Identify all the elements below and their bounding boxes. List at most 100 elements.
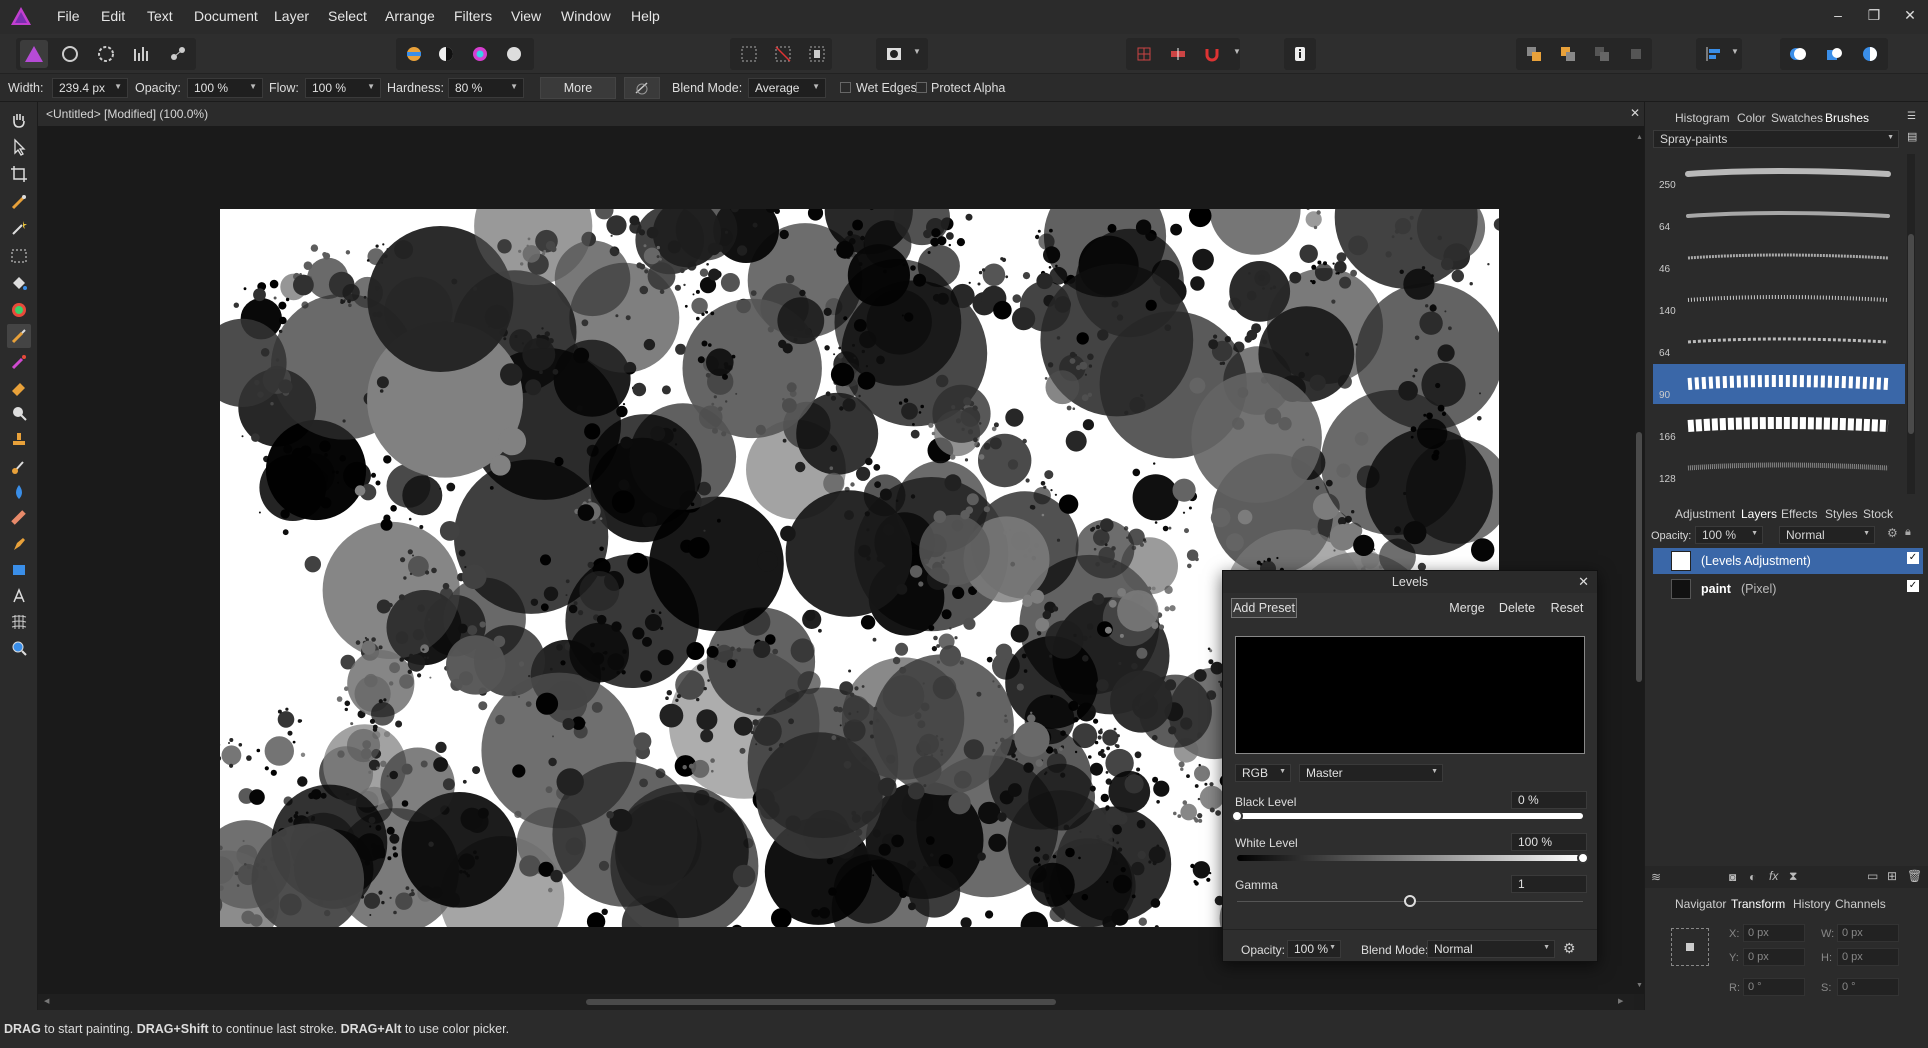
x-field[interactable]: 0 px xyxy=(1743,924,1805,942)
delete-button[interactable]: Delete xyxy=(1495,598,1539,618)
intersect-boolean-button[interactable] xyxy=(1856,40,1884,68)
menu-help[interactable]: Help xyxy=(631,8,660,24)
white-level-handle[interactable] xyxy=(1577,852,1589,864)
layer-lock-icon[interactable]: 🔒︎ xyxy=(1905,526,1911,539)
quick-mask-button[interactable] xyxy=(880,40,908,68)
channel-select[interactable]: RGB ▼ xyxy=(1235,764,1291,782)
brush-item[interactable]: 140 xyxy=(1653,280,1905,320)
tab-styles[interactable]: Styles xyxy=(1825,507,1858,521)
auto-white-balance-button[interactable] xyxy=(500,40,528,68)
delete-layer-icon[interactable]: 🗑︎ xyxy=(1907,869,1922,883)
scroll-right-icon[interactable]: ▶ xyxy=(1618,997,1623,1005)
y-field[interactable]: 0 px xyxy=(1743,948,1805,966)
zoom-tool-button[interactable] xyxy=(7,636,31,660)
marquee-tool-button[interactable] xyxy=(7,244,31,268)
tab-layers[interactable]: Layers xyxy=(1741,507,1777,521)
layer-visibility-checkbox[interactable]: ✓ xyxy=(1907,580,1919,592)
add-preset-button[interactable]: Add Preset xyxy=(1231,598,1297,618)
brush-list-scrollbar[interactable] xyxy=(1907,154,1915,494)
move-to-back-button[interactable] xyxy=(1520,40,1548,68)
invert-selection-button[interactable] xyxy=(803,40,831,68)
hardness-dropdown-icon[interactable]: ▼ xyxy=(510,82,518,91)
close-levels-button[interactable]: ✕ xyxy=(1578,574,1589,590)
layer-visibility-checkbox[interactable]: ✓ xyxy=(1907,552,1919,564)
levels-blend-select[interactable]: Normal ▼ xyxy=(1427,940,1555,958)
document-tab[interactable]: <Untitled> [Modified] (100.0%) ✕ xyxy=(38,102,1644,126)
smudge-tool-button[interactable] xyxy=(7,454,31,478)
anchor-selector[interactable] xyxy=(1671,928,1709,966)
minimize-button[interactable]: – xyxy=(1820,0,1856,30)
hardness-field[interactable]: 80 % ▼ xyxy=(448,78,524,98)
layer-fx-icon[interactable]: fx xyxy=(1769,869,1778,883)
auto-levels-button[interactable] xyxy=(400,40,428,68)
opacity-dropdown-icon[interactable]: ▼ xyxy=(249,82,257,91)
more-button[interactable]: More xyxy=(540,77,616,99)
mirror-button[interactable] xyxy=(1164,40,1192,68)
layer-opacity-dropdown-icon[interactable]: ▼ xyxy=(1751,530,1758,537)
rotation-field[interactable]: 0 ° xyxy=(1743,978,1805,996)
mode-dropdown-icon[interactable]: ▼ xyxy=(1431,768,1438,775)
levels-opacity-field[interactable]: 100 % ▼ xyxy=(1287,940,1341,958)
selection-brush-tool-button[interactable] xyxy=(7,190,31,214)
blend-mode-select[interactable]: Average ▼ xyxy=(748,78,826,98)
brush-category-dropdown-icon[interactable]: ▼ xyxy=(1887,134,1894,141)
white-level-slider[interactable] xyxy=(1237,855,1583,861)
live-filter-icon[interactable]: ⧗ xyxy=(1789,869,1797,884)
move-back-button[interactable] xyxy=(1554,40,1582,68)
snapping-button[interactable] xyxy=(1198,40,1226,68)
snapping-dropdown-icon[interactable]: ▼ xyxy=(1233,47,1241,56)
align-dropdown-icon[interactable]: ▼ xyxy=(1731,47,1739,56)
brush-panel-menu-icon[interactable]: ☰ xyxy=(1907,111,1916,122)
menu-arrange[interactable]: Arrange xyxy=(385,8,435,24)
force-pressure-button[interactable] xyxy=(624,77,660,99)
restore-button[interactable]: ❐ xyxy=(1856,0,1892,30)
menu-filters[interactable]: Filters xyxy=(454,8,492,24)
shear-field[interactable]: 0 ° xyxy=(1837,978,1899,996)
tab-effects[interactable]: Effects xyxy=(1781,507,1817,521)
levels-settings-gear-icon[interactable]: ⚙ xyxy=(1563,940,1576,957)
mask-layer-icon[interactable]: ◙ xyxy=(1729,870,1736,884)
deselect-button[interactable] xyxy=(769,40,797,68)
brush-item[interactable]: 64 xyxy=(1653,196,1905,236)
tab-brushes[interactable]: Brushes xyxy=(1825,111,1869,125)
move-to-front-button[interactable] xyxy=(1622,40,1650,68)
close-document-button[interactable]: ✕ xyxy=(1630,106,1640,120)
width-dropdown-icon[interactable]: ▼ xyxy=(114,82,122,91)
dodge-tool-button[interactable] xyxy=(7,402,31,426)
color-replacement-tool-button[interactable] xyxy=(7,350,31,374)
paint-brush-tool-button[interactable] xyxy=(7,324,31,348)
gamma-handle[interactable] xyxy=(1404,895,1416,907)
shape-tool-button[interactable] xyxy=(7,558,31,582)
tab-history[interactable]: History xyxy=(1793,897,1830,911)
layer-blend-select[interactable]: Normal ▼ xyxy=(1779,526,1875,544)
layer-blend-dropdown-icon[interactable]: ▼ xyxy=(1863,530,1870,537)
layer-row-levels[interactable]: (Levels Adjustment) ✓ xyxy=(1653,548,1923,574)
opacity-field[interactable]: 100 % ▼ xyxy=(187,78,263,98)
view-tool-button[interactable] xyxy=(7,108,31,132)
crop-tool-button[interactable] xyxy=(7,162,31,186)
vertical-scrollbar[interactable]: ▲ ▼ xyxy=(1634,126,1644,994)
scroll-down-icon[interactable]: ▼ xyxy=(1636,982,1643,989)
menu-view[interactable]: View xyxy=(511,8,541,24)
channel-dropdown-icon[interactable]: ▼ xyxy=(1279,768,1286,775)
menu-text[interactable]: Text xyxy=(147,8,173,24)
move-forward-button[interactable] xyxy=(1588,40,1616,68)
mesh-warp-tool-button[interactable] xyxy=(7,610,31,634)
merge-button[interactable]: Merge xyxy=(1445,598,1489,618)
layer-opacity-field[interactable]: 100 % ▼ xyxy=(1695,526,1763,544)
move-tool-button[interactable] xyxy=(7,135,31,159)
wet-edges-checkbox[interactable] xyxy=(840,82,851,93)
tab-histogram[interactable]: Histogram xyxy=(1675,111,1730,125)
tone-mapping-persona-button[interactable] xyxy=(128,40,156,68)
auto-colors-button[interactable] xyxy=(466,40,494,68)
blur-tool-button[interactable] xyxy=(7,480,31,504)
menu-select[interactable]: Select xyxy=(328,8,367,24)
select-all-button[interactable] xyxy=(735,40,763,68)
align-button[interactable] xyxy=(1700,40,1728,68)
layer-settings-gear-icon[interactable]: ⚙ xyxy=(1887,526,1898,540)
black-level-field[interactable]: 0 % xyxy=(1511,791,1587,809)
scroll-up-icon[interactable]: ▲ xyxy=(1636,134,1643,141)
h-field[interactable]: 0 px xyxy=(1837,948,1899,966)
auto-contrast-button[interactable] xyxy=(432,40,460,68)
text-tool-button[interactable] xyxy=(7,584,31,608)
